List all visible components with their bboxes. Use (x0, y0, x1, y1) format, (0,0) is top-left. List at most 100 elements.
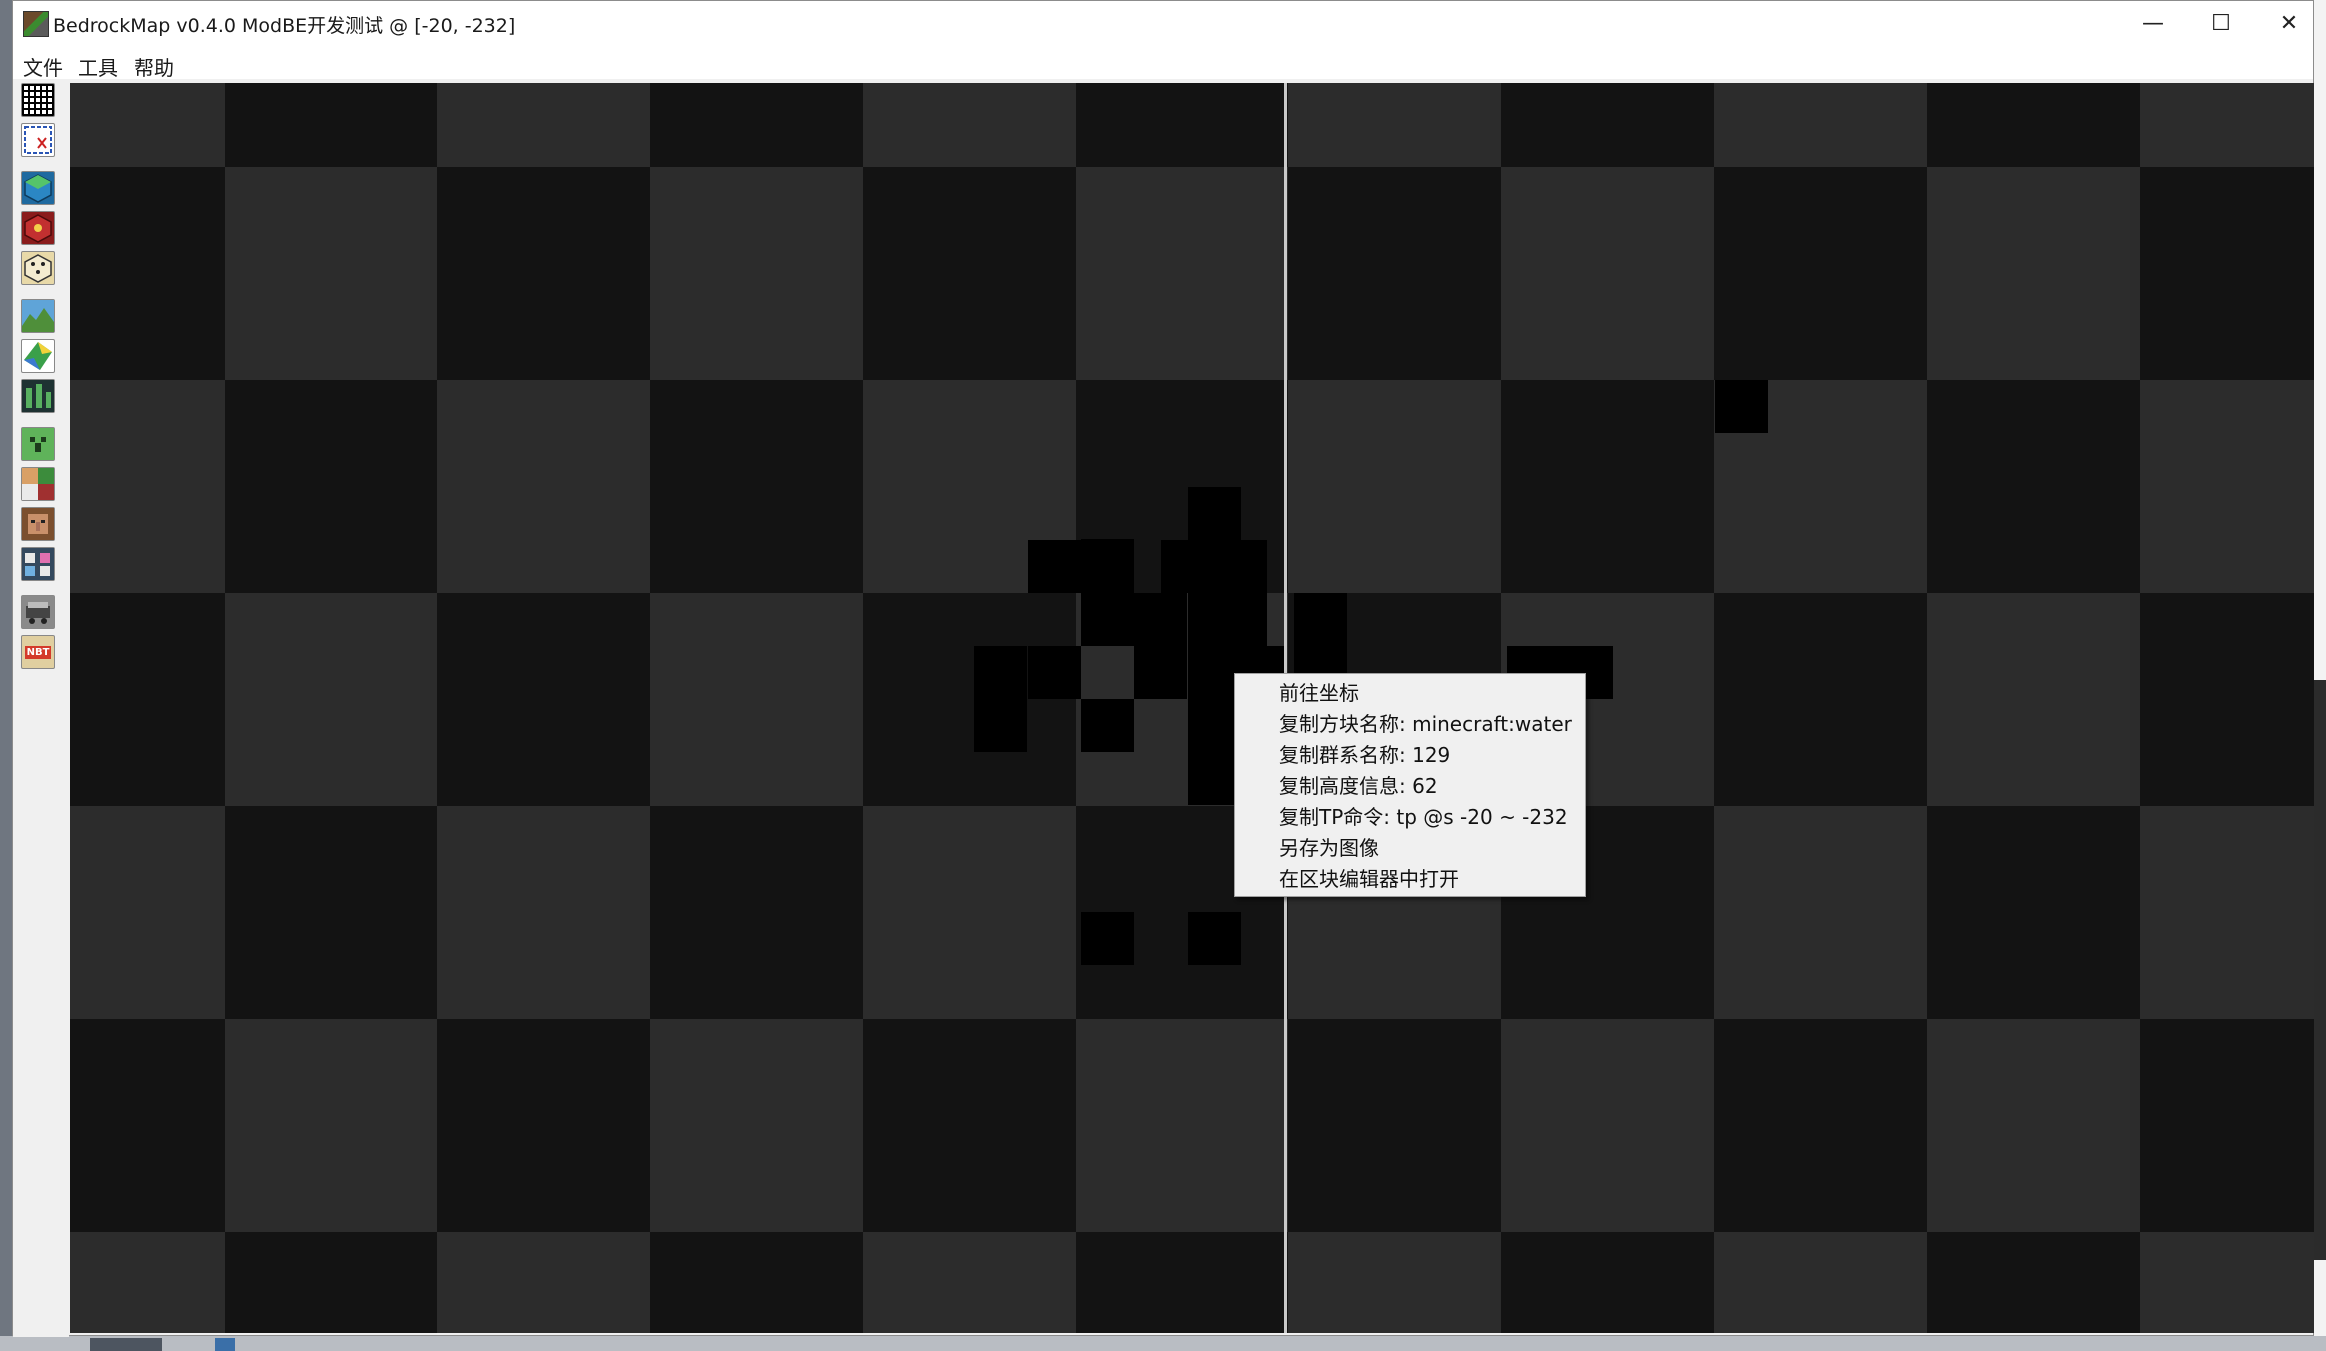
chunk-tile (1501, 1232, 1714, 1333)
actors-icon[interactable] (21, 547, 55, 581)
chunk-tile (650, 1232, 863, 1333)
chunk-tile (1288, 167, 1501, 380)
minecart-icon[interactable] (21, 595, 55, 629)
chunk-tile (2140, 1019, 2314, 1232)
close-button[interactable]: ✕ (2255, 1, 2323, 45)
chunk-select-icon[interactable] (21, 123, 55, 157)
entities-icon[interactable] (21, 467, 55, 501)
chunk-tile (437, 167, 650, 380)
chunk-tile (650, 593, 863, 806)
terrain-block (1081, 619, 1134, 646)
map-canvas[interactable] (70, 83, 2314, 1333)
chunk-tile (1714, 167, 1927, 380)
villager-icon[interactable] (21, 507, 55, 541)
chunk-tile (1076, 167, 1288, 380)
chunk-tile (225, 806, 437, 1019)
terrain-block (1715, 380, 1768, 433)
chunk-tile (863, 806, 1076, 1019)
title-bar[interactable]: BedrockMap v0.4.0 ModBE开发测试 @ [-20, -232… (13, 1, 2313, 45)
menu-item-copy-tp-command[interactable]: 复制TP命令: tp @s -20 ~ -232 (1235, 802, 1585, 833)
chunk-tile (863, 83, 1076, 167)
chunk-tile (225, 593, 437, 806)
chunk-tile (1501, 380, 1714, 593)
maximize-button[interactable]: ☐ (2187, 1, 2255, 45)
menu-item-save-image[interactable]: 另存为图像 (1235, 833, 1585, 864)
chunk-tile (225, 167, 437, 380)
context-menu: 前往坐标 复制方块名称: minecraft:water 复制群系名称: 129… (1234, 673, 1586, 897)
chunk-tile (1714, 1232, 1927, 1333)
chunk-tile (1076, 83, 1288, 167)
minimize-icon: — (2142, 10, 2164, 36)
biome-map-icon[interactable] (21, 339, 55, 373)
terrain-block (1294, 593, 1347, 646)
chunk-tile (70, 167, 225, 380)
chunk-tile (70, 806, 225, 1019)
chunk-tile (1288, 83, 1501, 167)
desktop-background-right (2314, 0, 2326, 1351)
redstone-block-icon[interactable] (21, 211, 55, 245)
chunk-tile (2140, 167, 2314, 380)
chunk-tile (2140, 806, 2314, 1019)
dice-icon[interactable] (21, 251, 55, 285)
chunk-tile (70, 83, 225, 167)
chunk-tile (1714, 83, 1927, 167)
chunk-tile (70, 1232, 225, 1333)
grid-icon[interactable] (21, 83, 55, 117)
chunk-tile (863, 1019, 1076, 1232)
chunk-tile (1714, 593, 1927, 806)
chunk-tile (650, 380, 863, 593)
chunk-tile (1076, 1232, 1288, 1333)
chunk-tile (650, 806, 863, 1019)
terrain-block (1188, 593, 1241, 646)
taskbar-item[interactable] (90, 1338, 162, 1351)
nbt-icon[interactable]: NBT (21, 635, 55, 669)
chunk-tile (437, 380, 650, 593)
chunk-tile (1927, 1232, 2140, 1333)
menu-item-goto-coordinates[interactable]: 前往坐标 (1235, 678, 1585, 709)
chunk-tile (225, 380, 437, 593)
chunk-tile (2140, 83, 2314, 167)
chunk-tile (70, 593, 225, 806)
taskbar-strip (0, 1336, 2326, 1351)
chunk-tile (863, 593, 1076, 806)
chunk-tile (2140, 1232, 2314, 1333)
world-cube-icon[interactable] (21, 171, 55, 205)
chunk-tile (1927, 167, 2140, 380)
chunk-tile (437, 1232, 650, 1333)
chunk-tile (437, 83, 650, 167)
terrain-block (974, 699, 1027, 752)
terrain-icon[interactable] (21, 299, 55, 333)
chunk-tile (1288, 1232, 1501, 1333)
chunk-tile (70, 1019, 225, 1232)
chunk-tile (1714, 1019, 1927, 1232)
terrain-block (1188, 912, 1241, 965)
chunk-tile (70, 380, 225, 593)
chunk-tile (650, 1019, 863, 1232)
window-title: BedrockMap v0.4.0 ModBE开发测试 @ [-20, -232… (53, 15, 516, 37)
app-icon (23, 11, 49, 37)
maximize-icon: ☐ (2211, 10, 2231, 36)
terrain-block (1081, 699, 1134, 752)
menu-help[interactable]: 帮助 (130, 50, 178, 83)
terrain-block (1188, 487, 1241, 540)
minimize-button[interactable]: — (2119, 1, 2187, 45)
chunk-tile (1927, 806, 2140, 1019)
creeper-icon[interactable] (21, 427, 55, 461)
background-window-edge (2314, 680, 2326, 1260)
chunk-tile (1927, 380, 2140, 593)
chunk-tile (2140, 380, 2314, 593)
menu-item-open-chunk-editor[interactable]: 在区块编辑器中打开 (1235, 864, 1585, 895)
close-icon: ✕ (2279, 10, 2299, 36)
chunk-tile (863, 1232, 1076, 1333)
slime-chunk-icon[interactable] (21, 379, 55, 413)
chunk-tile (225, 1019, 437, 1232)
menu-item-copy-biome-name[interactable]: 复制群系名称: 129 (1235, 740, 1585, 771)
terrain-block (974, 646, 1027, 699)
chunk-tile (225, 83, 437, 167)
menu-tools[interactable]: 工具 (74, 50, 122, 83)
taskbar-item-icon[interactable] (215, 1338, 235, 1351)
menu-item-copy-height[interactable]: 复制高度信息: 62 (1235, 771, 1585, 802)
chunk-tile (225, 1232, 437, 1333)
menu-item-copy-block-name[interactable]: 复制方块名称: minecraft:water (1235, 709, 1585, 740)
chunk-tile (437, 1019, 650, 1232)
